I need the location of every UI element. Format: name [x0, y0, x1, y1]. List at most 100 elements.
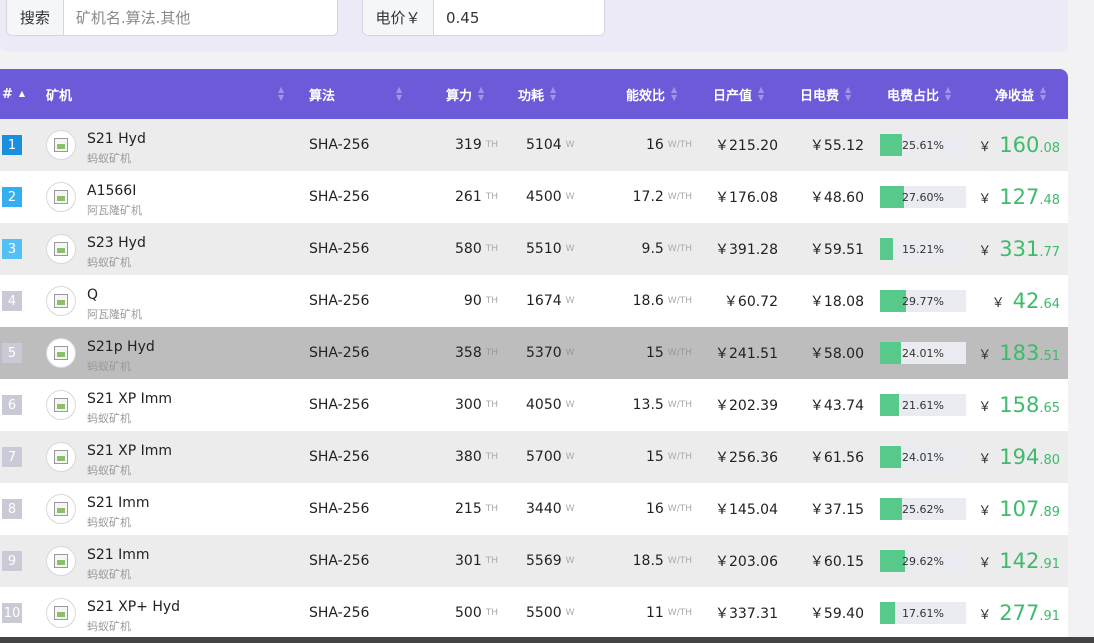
hashrate: 319 TH — [455, 137, 498, 153]
miner-image-icon — [46, 130, 76, 160]
cost-ratio-bar: 24.01% — [880, 342, 966, 364]
efficiency: 9.5 W/TH — [641, 241, 692, 257]
miner-name[interactable]: S21 Hyd — [87, 131, 146, 147]
miner-brand: 蚂蚁矿机 — [87, 412, 131, 425]
table-row[interactable]: 3 S23 Hyd 蚂蚁矿机 SHA-256 580 TH 5510 W 9.5 W/TH ￥391… — [0, 223, 1068, 275]
table-row[interactable]: 8 S21 Imm 蚂蚁矿机 SHA-256 215 TH 3440 W 16 W/TH ￥145.… — [0, 483, 1068, 535]
header-cost-ratio[interactable]: 电费占比 ▲ ▼ — [887, 69, 951, 119]
sort-icon: ▲ ▼ — [758, 85, 765, 102]
header-efficiency[interactable]: 能效比 ▲ ▼ — [626, 69, 677, 119]
daily-cost: ￥59.40 — [809, 606, 864, 622]
power: 3440 W — [526, 501, 575, 517]
efficiency: 16 W/TH — [645, 501, 692, 517]
daily-cost: ￥55.12 — [809, 138, 864, 154]
miner-name[interactable]: S21 Imm — [87, 495, 150, 511]
cost-ratio-bar: 25.61% — [880, 134, 966, 156]
search-input[interactable] — [63, 0, 337, 35]
header-hashrate[interactable]: 算力 ▲ ▼ — [446, 69, 484, 119]
algorithm: SHA-256 — [309, 449, 370, 465]
miner-image-icon — [46, 390, 76, 420]
efficiency: 15 W/TH — [645, 345, 692, 361]
hashrate: 580 TH — [455, 241, 498, 257]
power: 5569 W — [526, 553, 575, 569]
daily-cost: ￥60.15 — [809, 554, 864, 570]
efficiency: 13.5 W/TH — [632, 397, 692, 413]
header-rank[interactable]: # ▲ — [2, 69, 25, 119]
miner-brand: 阿瓦隆矿机 — [87, 204, 142, 217]
miner-image-icon — [46, 546, 76, 576]
miner-name[interactable]: S21 XP Imm — [87, 443, 172, 459]
miner-image-icon — [46, 338, 76, 368]
daily-output: ￥256.36 — [715, 450, 778, 466]
power: 4050 W — [526, 397, 575, 413]
table-row[interactable]: 1 S21 Hyd 蚂蚁矿机 SHA-256 319 TH 5104 W 16 W/TH ￥215.… — [0, 119, 1068, 171]
hashrate: 500 TH — [455, 605, 498, 621]
hashrate: 300 TH — [455, 397, 498, 413]
power: 5104 W — [526, 137, 575, 153]
net-income: ￥ 183.51 — [978, 341, 1060, 365]
table-row[interactable]: 2 A1566I 阿瓦隆矿机 SHA-256 261 TH 4500 W 17.2 W/TH ￥17… — [0, 171, 1068, 223]
table-row[interactable]: 5 S21p Hyd 蚂蚁矿机 SHA-256 358 TH 5370 W 15 W/TH ￥241… — [0, 327, 1068, 379]
net-income: ￥ 127.48 — [978, 185, 1060, 209]
daily-cost: ￥58.00 — [809, 346, 864, 362]
miner-table: # ▲ 矿机 ▲ ▼ 算法 ▲ ▼ 算力 ▲ ▼ 功耗 ▲ ▼ 能效比 ▲ ▼ 日产值 ▲… — [0, 69, 1068, 639]
sort-icon[interactable]: ▲ ▼ — [396, 69, 402, 119]
cost-ratio-bar: 29.62% — [880, 550, 966, 572]
algorithm: SHA-256 — [309, 293, 370, 309]
header-daily-output[interactable]: 日产值 ▲ ▼ — [713, 69, 764, 119]
miner-image-icon — [46, 598, 76, 628]
miner-name[interactable]: S21 Imm — [87, 547, 150, 563]
cost-ratio-value: 21.61% — [902, 398, 944, 412]
efficiency: 18.6 W/TH — [632, 293, 692, 309]
header-net[interactable]: 净收益 ▲ ▼ — [995, 69, 1046, 119]
miner-brand: 阿瓦隆矿机 — [87, 308, 142, 321]
miner-name[interactable]: S21p Hyd — [87, 339, 155, 355]
cost-ratio-value: 24.01% — [902, 450, 944, 464]
efficiency: 17.2 W/TH — [632, 189, 692, 205]
cost-ratio-bar: 17.61% — [880, 602, 966, 624]
cost-ratio-value: 29.77% — [902, 294, 944, 308]
efficiency: 16 W/TH — [645, 137, 692, 153]
miner-brand: 蚂蚁矿机 — [87, 620, 131, 633]
table-row[interactable]: 7 S21 XP Imm 蚂蚁矿机 SHA-256 380 TH 5700 W 15 W/TH ￥2… — [0, 431, 1068, 483]
daily-cost: ￥37.15 — [809, 502, 864, 518]
miner-name[interactable]: A1566I — [87, 183, 136, 199]
rank-badge: 4 — [2, 291, 22, 311]
sort-icon: ▲ — [18, 89, 26, 98]
header-daily-cost[interactable]: 日电费 ▲ ▼ — [800, 69, 851, 119]
table-row[interactable]: 4 Q 阿瓦隆矿机 SHA-256 90 TH 1674 W 18.6 W/TH ￥60.72 ￥18… — [0, 275, 1068, 327]
sort-icon: ▲ ▼ — [478, 85, 485, 102]
algorithm: SHA-256 — [309, 241, 370, 257]
rank-badge: 8 — [2, 499, 22, 519]
electricity-price-field: 电价￥ — [362, 0, 605, 36]
daily-output: ￥337.31 — [715, 606, 778, 622]
header-power[interactable]: 功耗 ▲ ▼ — [518, 69, 556, 119]
power: 1674 W — [526, 293, 575, 309]
hashrate: 358 TH — [455, 345, 498, 361]
algorithm: SHA-256 — [309, 189, 370, 205]
miner-image-icon — [46, 442, 76, 472]
miner-name[interactable]: S21 XP Imm — [87, 391, 172, 407]
power: 5500 W — [526, 605, 575, 621]
rank-badge: 5 — [2, 343, 22, 363]
miner-name[interactable]: S23 Hyd — [87, 235, 146, 251]
header-miner[interactable]: 矿机 — [46, 69, 72, 119]
electricity-price-input[interactable] — [434, 0, 604, 35]
hashrate: 90 TH — [463, 293, 498, 309]
sort-icon: ▲ ▼ — [1040, 85, 1047, 102]
daily-output: ￥60.72 — [723, 294, 778, 310]
efficiency: 18.5 W/TH — [632, 553, 692, 569]
table-row[interactable]: 10 S21 XP+ Hyd 蚂蚁矿机 SHA-256 500 TH 5500 W 11 W/TH… — [0, 587, 1068, 639]
algorithm: SHA-256 — [309, 345, 370, 361]
table-row[interactable]: 9 S21 Imm 蚂蚁矿机 SHA-256 301 TH 5569 W 18.5 W/TH ￥20… — [0, 535, 1068, 587]
daily-output: ￥215.20 — [715, 138, 778, 154]
miner-name[interactable]: S21 XP+ Hyd — [87, 599, 180, 615]
table-row[interactable]: 6 S21 XP Imm 蚂蚁矿机 SHA-256 300 TH 4050 W 13.5 W/TH… — [0, 379, 1068, 431]
sort-icon[interactable]: ▲ ▼ — [278, 69, 284, 119]
algorithm: SHA-256 — [309, 137, 370, 153]
net-income: ￥ 277.91 — [978, 601, 1060, 625]
cost-ratio-value: 29.62% — [902, 554, 944, 568]
header-algo[interactable]: 算法 — [309, 69, 335, 119]
net-income: ￥ 107.89 — [978, 497, 1060, 521]
miner-name[interactable]: Q — [87, 287, 98, 303]
